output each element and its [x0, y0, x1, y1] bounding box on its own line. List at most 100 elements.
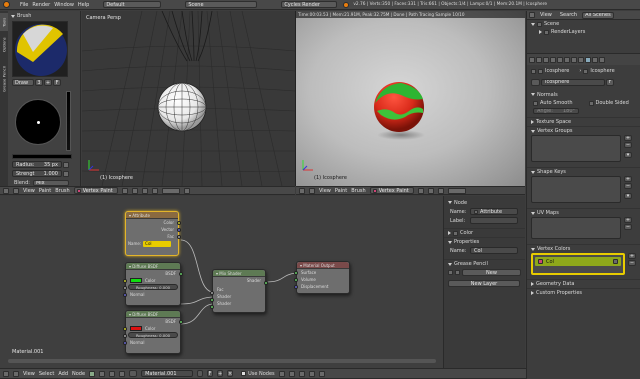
texture-space-panel-header[interactable]: Texture Space [527, 117, 640, 126]
tab-options[interactable]: Options [0, 33, 8, 57]
paste-icon[interactable] [318, 370, 325, 377]
angle-field[interactable]: Angle: 180° [533, 108, 579, 114]
editor-type-icon[interactable] [529, 56, 535, 63]
render-active-icon[interactable] [613, 259, 618, 264]
menu-help[interactable]: Help [78, 2, 89, 8]
scene-selector[interactable]: Scene [185, 1, 258, 8]
color-wheel[interactable] [14, 89, 62, 154]
menu-node[interactable]: Node [72, 371, 85, 377]
color-wheel-disc[interactable] [15, 98, 61, 145]
compositing-nodes-icon[interactable] [109, 370, 116, 377]
shape-keys-panel-header[interactable]: Shape Keys [527, 167, 640, 176]
menu-toggle-icon[interactable] [13, 370, 19, 377]
input-socket-normal[interactable] [123, 293, 127, 297]
outliner-tab-view[interactable]: View [537, 12, 555, 18]
material-users-button[interactable] [197, 370, 204, 377]
menu-paint[interactable]: Paint [39, 188, 51, 194]
material-slot-button[interactable] [129, 370, 138, 377]
remove-button[interactable]: − [624, 142, 632, 148]
mesh-name-field[interactable]: Icosphere [541, 78, 605, 86]
pivot-icon[interactable] [427, 187, 434, 194]
grease-pencil-panel-header[interactable]: Grease Pencil [444, 259, 525, 268]
menu-toggle-icon[interactable] [309, 187, 315, 194]
uv-maps-listbox[interactable] [531, 217, 621, 239]
render-tab-icon[interactable] [536, 56, 542, 63]
menu-view[interactable]: View [23, 188, 35, 194]
output-socket-fac[interactable] [177, 235, 181, 239]
value-slider[interactable] [66, 91, 71, 151]
diffuse-bsdf-node-green[interactable]: ▾ Diffuse BSDF BSDF Color Roughness: 0.0… [123, 262, 183, 306]
fake-user-button[interactable]: F [53, 79, 61, 86]
scene-tab-icon[interactable] [550, 56, 556, 63]
uv-maps-panel-header[interactable]: UV Maps [527, 208, 640, 217]
add-button[interactable]: + [624, 217, 632, 223]
add-material-button[interactable]: + [217, 370, 224, 377]
normals-panel-header[interactable]: Normals [527, 90, 640, 99]
roughness-field[interactable]: Roughness: 0.000 [128, 284, 178, 290]
render-engine-selector[interactable]: Cycles Render [281, 1, 338, 8]
snap-icon[interactable] [288, 370, 295, 377]
strength-field[interactable]: Strengt 1.000 [12, 170, 62, 177]
menu-file[interactable]: File [20, 2, 28, 8]
editor-type-icon[interactable] [299, 187, 305, 194]
node-panel-header[interactable]: Node [444, 198, 525, 207]
mesh-data-tab-icon[interactable] [585, 56, 591, 63]
breadcrumb-object[interactable]: Icosphere [545, 68, 569, 74]
input-socket-color[interactable] [123, 279, 127, 283]
editor-type-icon[interactable] [529, 12, 535, 18]
texture-tab-icon[interactable] [599, 56, 605, 63]
object-tab-icon[interactable] [564, 56, 570, 63]
breadcrumb-data[interactable]: Icosphere [590, 68, 614, 74]
face-mask-icon[interactable] [437, 187, 444, 194]
double-sided-checkbox[interactable]: Double Sided [588, 100, 629, 106]
vertex-colors-panel-header[interactable]: Vertex Colors [527, 244, 640, 253]
remove-button[interactable]: − [624, 224, 632, 230]
shading-icon[interactable] [121, 187, 128, 194]
node-header[interactable]: ▾ Diffuse BSDF [126, 311, 180, 318]
attribute-name-field[interactable]: Col [470, 247, 518, 254]
node-name-field[interactable]: Attribute [470, 208, 518, 215]
expand-icon[interactable] [539, 30, 542, 34]
pencil-icon[interactable] [448, 270, 453, 275]
use-nodes-toggle[interactable]: Use Nodes [241, 371, 275, 377]
pin-icon[interactable] [531, 68, 536, 74]
outliner-item-renderlayers[interactable]: RenderLayers [527, 28, 640, 36]
specials-button[interactable]: ▾ [624, 193, 632, 199]
new-grease-pencil-button[interactable]: New [461, 269, 521, 276]
node-editor[interactable]: ▾ Attribute Color Vector Fac Name: Col ▾… [0, 196, 443, 368]
color-swatch-red[interactable] [130, 326, 142, 331]
vertex-groups-listbox[interactable] [531, 135, 621, 162]
add-button[interactable]: + [628, 253, 636, 259]
add-brush-button[interactable]: + [44, 79, 52, 86]
input-socket-displacement[interactable] [294, 285, 298, 289]
mix-shader-node[interactable]: ▾ Mix Shader Shader Fac Shader Shader [210, 269, 268, 313]
object-shader-icon[interactable] [119, 370, 126, 377]
material-output-node[interactable]: ▾ Material Output Surface Volume Displac… [294, 261, 350, 294]
texture-nodes-icon[interactable] [99, 370, 106, 377]
layout-selector[interactable]: Default [103, 1, 162, 8]
roughness-field[interactable]: Roughness: 0.000 [128, 332, 178, 338]
radius-field[interactable]: Radius: 35 px [12, 161, 62, 168]
menu-view[interactable]: View [23, 371, 35, 377]
world-tab-icon[interactable] [557, 56, 563, 63]
pressure-icon[interactable] [63, 161, 69, 168]
auto-smooth-checkbox[interactable]: Auto Smooth [533, 100, 573, 106]
geometry-data-panel-header[interactable]: Geometry Data [527, 279, 640, 288]
expand-icon[interactable] [531, 22, 535, 26]
brush-preview[interactable] [12, 21, 68, 77]
outliner-tab-search[interactable]: Search [557, 12, 580, 18]
menu-add[interactable]: Add [58, 371, 68, 377]
shader-nodes-icon[interactable] [89, 370, 96, 377]
node-header[interactable]: ▾ Diffuse BSDF [126, 263, 180, 270]
layers-icon[interactable] [161, 187, 180, 194]
layers-tab-icon[interactable] [543, 56, 549, 63]
horizontal-scrollbar[interactable] [8, 359, 436, 363]
snap-mode-icon[interactable] [298, 370, 305, 377]
material-tab-icon[interactable] [592, 56, 598, 63]
color-panel-header[interactable]: Color [444, 228, 525, 237]
menu-brush[interactable]: Brush [55, 188, 69, 194]
rendered-icosphere[interactable] [371, 81, 427, 141]
backdrop-icon[interactable] [278, 370, 285, 377]
editor-type-icon[interactable] [3, 187, 9, 194]
remove-button[interactable]: − [624, 183, 632, 189]
